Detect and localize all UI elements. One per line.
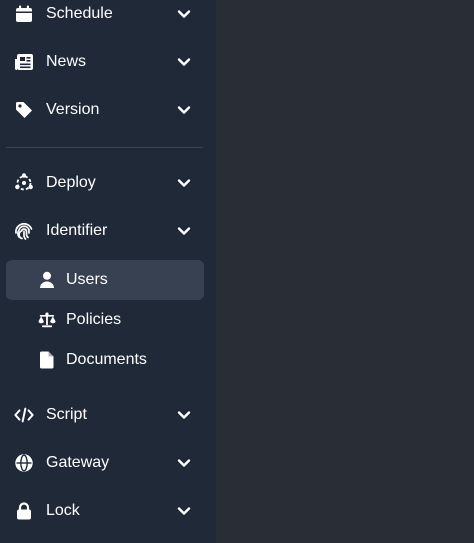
sidebar-item-label: Deploy — [46, 174, 96, 191]
globe-icon — [14, 453, 34, 473]
calendar-icon — [14, 4, 34, 24]
sidebar: Schedule News Version Deploy Identifier … — [0, 0, 216, 543]
user-icon — [38, 271, 56, 289]
chevron-down-icon[interactable] — [176, 503, 192, 519]
sidebar-subitem-users[interactable]: Users — [6, 260, 204, 300]
sidebar-item-identifier[interactable]: Identifier — [0, 211, 216, 251]
chevron-down-icon[interactable] — [176, 223, 192, 239]
code-icon — [14, 405, 34, 425]
app-window: Schedule News Version Deploy Identifier … — [0, 0, 474, 543]
newspaper-icon — [14, 52, 34, 72]
sidebar-item-label: Gateway — [46, 454, 110, 471]
sidebar-item-news[interactable]: News — [0, 42, 216, 82]
chevron-down-icon[interactable] — [176, 6, 192, 22]
chevron-down-icon[interactable] — [176, 407, 192, 423]
sidebar-item-schedule[interactable]: Schedule — [0, 0, 216, 34]
sidebar-subitem-policies[interactable]: Policies — [6, 300, 204, 340]
sidebar-item-label: Identifier — [46, 222, 108, 239]
tag-icon — [14, 100, 34, 120]
sidebar-item-label: Schedule — [46, 5, 113, 22]
chevron-down-icon[interactable] — [176, 54, 192, 70]
chevron-down-icon[interactable] — [176, 102, 192, 118]
sidebar-subitem-label: Users — [66, 271, 108, 288]
sidebar-subitem-label: Policies — [66, 311, 122, 328]
sidebar-item-label: Script — [46, 406, 87, 423]
document-icon — [38, 351, 56, 369]
sidebar-item-label: News — [46, 53, 87, 70]
deploy-icon — [14, 173, 34, 193]
sidebar-item-script[interactable]: Script — [0, 395, 216, 435]
scale-icon — [38, 311, 56, 329]
fingerprint-icon — [14, 221, 34, 241]
sidebar-item-label: Version — [46, 101, 100, 118]
chevron-down-icon[interactable] — [176, 175, 192, 191]
sidebar-item-version[interactable]: Version — [0, 90, 216, 130]
sidebar-item-label: Lock — [46, 502, 80, 519]
sidebar-subitem-label: Documents — [66, 351, 147, 368]
sidebar-item-lock[interactable]: Lock — [0, 491, 216, 531]
sidebar-divider — [6, 147, 203, 148]
sidebar-item-gateway[interactable]: Gateway — [0, 443, 216, 483]
sidebar-item-deploy[interactable]: Deploy — [0, 163, 216, 203]
main-content — [216, 0, 474, 543]
sidebar-subitem-documents[interactable]: Documents — [6, 340, 204, 380]
lock-icon — [14, 501, 34, 521]
chevron-down-icon[interactable] — [176, 455, 192, 471]
